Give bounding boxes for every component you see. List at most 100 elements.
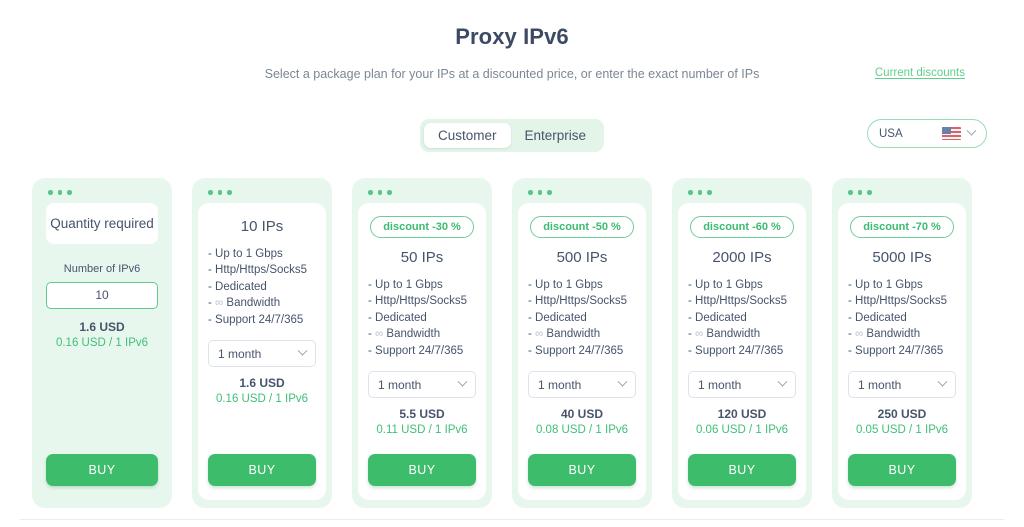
feature-item: - Support 24/7/365 (688, 344, 784, 357)
country-label: USA (879, 127, 903, 140)
three-dots-icon (518, 187, 646, 203)
three-dots-icon (838, 187, 966, 203)
plan-unit-price: 0.11 USD / 1 IPv6 (376, 424, 468, 437)
feature-item: - Dedicated (368, 311, 427, 324)
quantity-heading: Quantity required (46, 202, 158, 244)
card-plan-500-ips[interactable]: discount -50 % 500 IPs - Up to 1 Gbps - … (512, 178, 652, 509)
current-discounts-link[interactable]: Current discounts (875, 67, 965, 79)
period-select[interactable]: 1 month (848, 371, 956, 399)
buy-button[interactable]: BUY (688, 454, 796, 487)
chevron-down-icon (966, 125, 977, 136)
three-dots-icon (198, 187, 326, 203)
page-subtitle: Select a package plan for your IPs at a … (264, 67, 760, 81)
chevron-down-icon (617, 377, 628, 388)
feature-item: - Up to 1 Gbps (848, 278, 923, 291)
quantity-input[interactable]: 10 (46, 281, 158, 309)
plan-price: 5.5 USD (399, 407, 445, 422)
three-dots-icon (358, 187, 486, 203)
plan-price: 40 USD (560, 407, 604, 422)
chevron-down-icon (457, 377, 468, 388)
feature-list: - Up to 1 Gbps - Http/Https/Socks5 - Ded… (368, 277, 476, 360)
feature-item: - Up to 1 Gbps (368, 278, 443, 291)
tab-customer[interactable]: Customer (423, 123, 511, 148)
plan-unit-price: 0.05 USD / 1 IPv6 (855, 424, 949, 437)
period-value: 1 month (858, 377, 902, 392)
plan-price: 250 USD (877, 407, 927, 422)
us-flag-icon (942, 127, 961, 140)
discount-badge: discount -50 % (530, 215, 634, 238)
buy-button-quantity[interactable]: BUY (46, 454, 158, 487)
plan-unit-price: 0.08 USD / 1 IPv6 (535, 424, 629, 437)
card-plan-50-ips[interactable]: discount -30 % 50 IPs - Up to 1 Gbps - H… (352, 178, 492, 509)
plan-title: 500 IPs (556, 248, 608, 266)
feature-item: - Up to 1 Gbps (528, 278, 603, 291)
period-select[interactable]: 1 month (688, 371, 796, 399)
feature-item: - Support 24/7/365 (368, 344, 464, 357)
three-dots-icon (38, 187, 166, 203)
period-select[interactable]: 1 month (528, 371, 636, 399)
feature-item: - Support 24/7/365 (208, 313, 304, 326)
quantity-unit-price: 0.16 USD / 1 IPv6 (55, 336, 149, 349)
chevron-down-icon (297, 346, 308, 357)
feature-list: - Up to 1 Gbps - Http/Https/Socks5 - Ded… (848, 277, 956, 360)
feature-list: - Up to 1 Gbps - Http/Https/Socks5 - Ded… (528, 277, 636, 360)
plan-price: 1.6 USD (239, 376, 285, 391)
feature-list: - Up to 1 Gbps - Http/Https/Socks5 - Ded… (688, 277, 796, 360)
quantity-price: 1.6 USD (79, 319, 125, 334)
card-plan-2000-ips[interactable]: discount -60 % 2000 IPs - Up to 1 Gbps -… (672, 178, 812, 509)
feature-item: - Up to 1 Gbps (208, 247, 283, 260)
plan-unit-price: 0.06 USD / 1 IPv6 (695, 424, 789, 437)
feature-item: - Http/Https/Socks5 (848, 295, 948, 308)
subtitle-row: Select a package plan for your IPs at a … (0, 67, 1024, 87)
buy-button[interactable]: BUY (368, 454, 476, 487)
buy-button[interactable]: BUY (528, 454, 636, 487)
feature-item: - Http/Https/Socks5 (688, 295, 788, 308)
feature-item: - Dedicated (688, 311, 747, 324)
feature-item: - Http/Https/Socks5 (368, 295, 468, 308)
card-plan-5000-ips[interactable]: discount -70 % 5000 IPs - Up to 1 Gbps -… (832, 178, 972, 509)
period-value: 1 month (538, 377, 582, 392)
plan-type-switcher[interactable]: Customer Enterprise (419, 119, 605, 152)
feature-item: - Support 24/7/365 (528, 344, 624, 357)
quantity-input-label: Number of IPv6 (63, 262, 141, 275)
feature-item: - ∞ Bandwidth (208, 297, 281, 310)
period-value: 1 month (218, 346, 262, 361)
feature-item: - Dedicated (528, 311, 587, 324)
controls-row: Customer Enterprise USA (0, 119, 1024, 153)
feature-list: - Up to 1 Gbps - Http/Https/Socks5 - Ded… (208, 246, 316, 329)
plan-title: 10 IPs (240, 217, 284, 235)
feature-item: - Support 24/7/365 (848, 344, 944, 357)
feature-item: - Up to 1 Gbps (688, 278, 763, 291)
feature-item: - ∞ Bandwidth (848, 328, 921, 341)
chevron-down-icon (777, 377, 788, 388)
feature-item: - ∞ Bandwidth (688, 328, 761, 341)
card-plan-10-ips[interactable]: 10 IPs - Up to 1 Gbps - Http/Https/Socks… (192, 178, 332, 509)
chevron-down-icon (937, 377, 948, 388)
period-value: 1 month (378, 377, 422, 392)
feature-item: - Http/Https/Socks5 (208, 264, 308, 277)
footer-divider (20, 519, 1004, 520)
plan-title: 2000 IPs (712, 248, 772, 266)
tab-enterprise[interactable]: Enterprise (510, 123, 600, 148)
feature-item: - ∞ Bandwidth (528, 328, 601, 341)
discount-badge: discount -30 % (370, 215, 474, 238)
period-select[interactable]: 1 month (368, 371, 476, 399)
plan-title: 5000 IPs (872, 248, 932, 266)
country-selector[interactable]: USA (867, 119, 987, 148)
discount-badge: discount -60 % (690, 215, 794, 238)
card-quantity-required[interactable]: Quantity required Number of IPv6 10 1.6 … (32, 178, 172, 509)
three-dots-icon (678, 187, 806, 203)
buy-button[interactable]: BUY (208, 454, 316, 487)
plan-cards: Quantity required Number of IPv6 10 1.6 … (32, 178, 972, 509)
feature-item: - Http/Https/Socks5 (528, 295, 628, 308)
plan-unit-price: 0.16 USD / 1 IPv6 (215, 393, 309, 406)
plan-title: 50 IPs (400, 248, 444, 266)
buy-button[interactable]: BUY (848, 454, 956, 487)
period-select[interactable]: 1 month (208, 340, 316, 368)
discount-badge: discount -70 % (850, 215, 954, 238)
pricing-page: Proxy IPv6 Select a package plan for you… (0, 0, 1024, 527)
page-title: Proxy IPv6 (455, 24, 569, 49)
feature-item: - Dedicated (848, 311, 907, 324)
feature-item: - ∞ Bandwidth (368, 328, 441, 341)
period-value: 1 month (698, 377, 742, 392)
